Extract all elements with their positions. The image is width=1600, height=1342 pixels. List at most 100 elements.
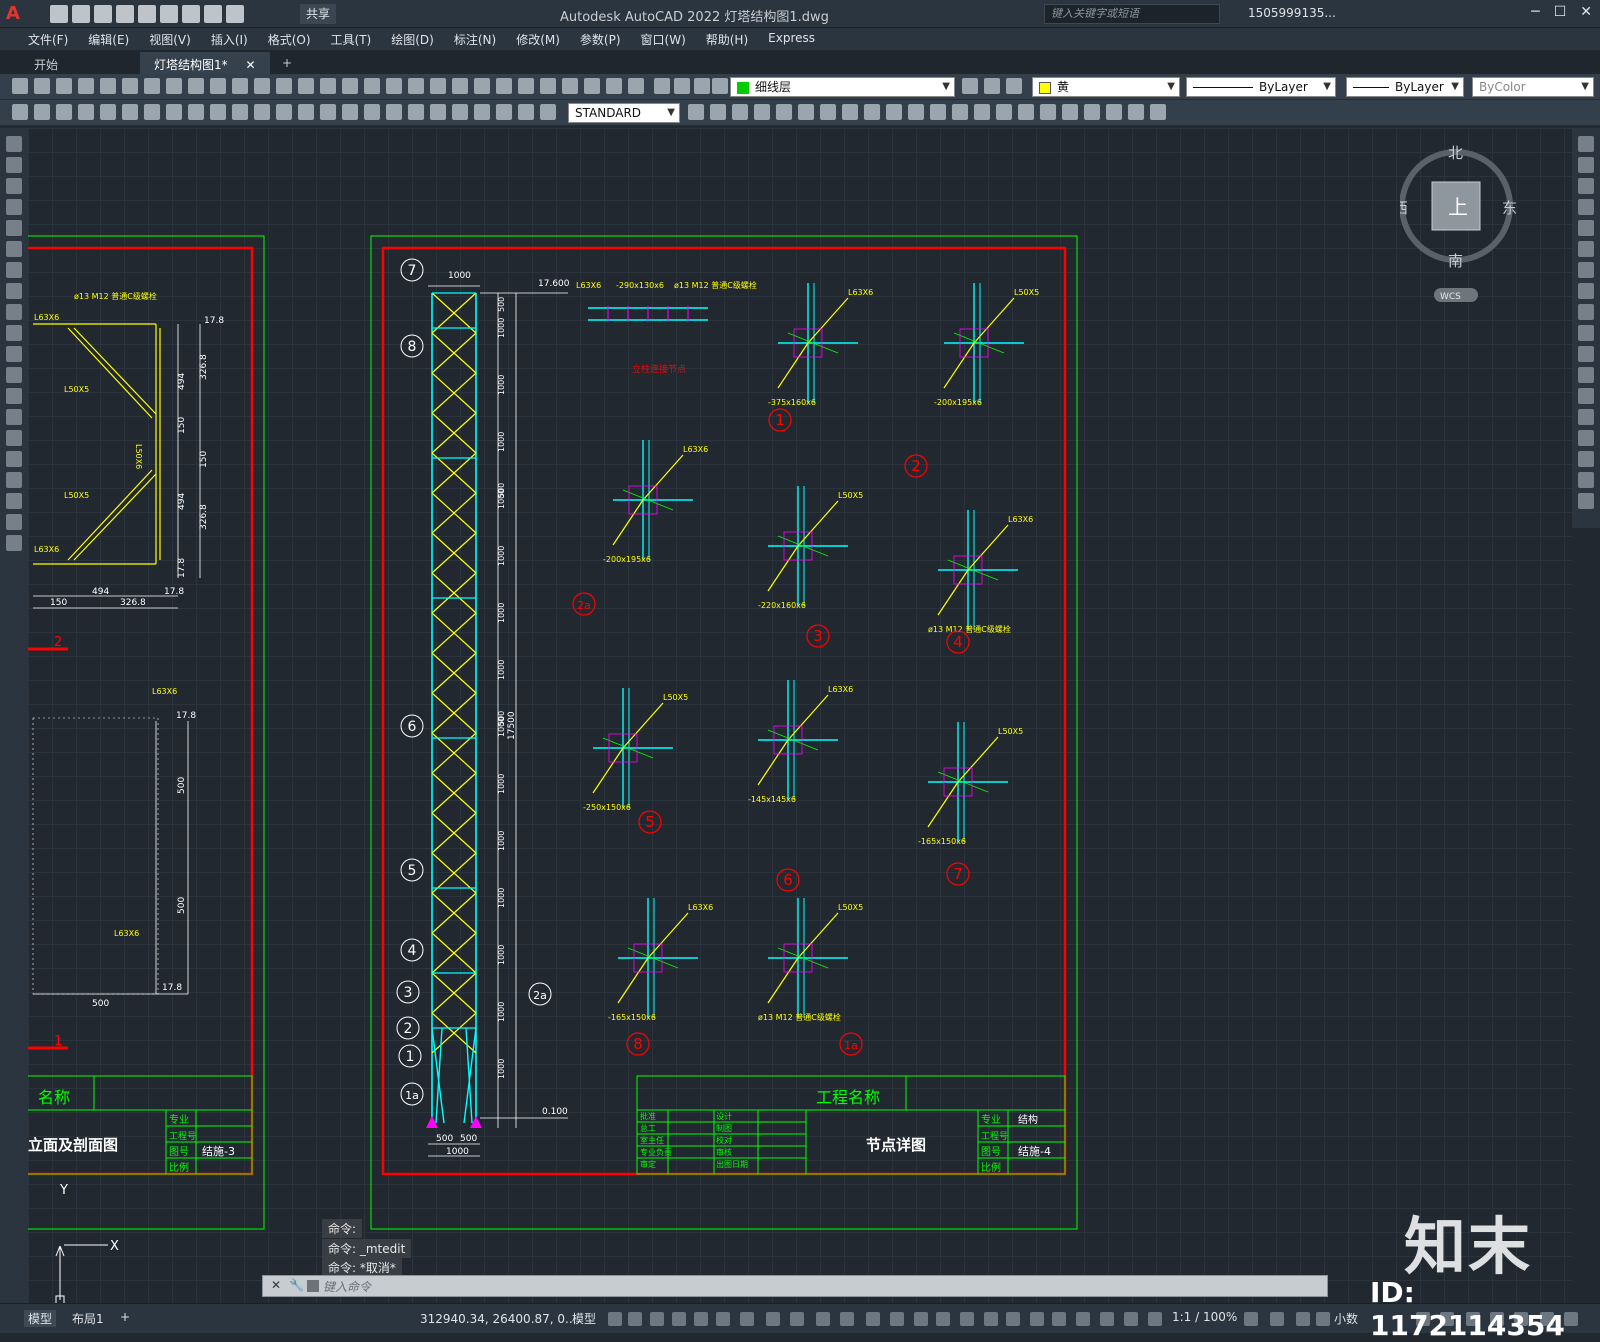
standard-tool-icon[interactable] (12, 78, 28, 94)
status-toggle-icon[interactable] (790, 1312, 804, 1326)
standard-tool-icon[interactable] (386, 78, 402, 94)
draw-tool-icon[interactable] (1062, 104, 1078, 120)
status-toggle-icon[interactable] (914, 1312, 928, 1326)
menu-item[interactable]: 文件(F) (18, 28, 78, 50)
command-prompt-icon[interactable] (307, 1280, 319, 1292)
open-file-icon[interactable] (72, 5, 90, 23)
draw-tool-icon[interactable] (540, 104, 556, 120)
status-toggle-icon[interactable] (866, 1312, 880, 1326)
draw-tool-icon[interactable] (232, 104, 248, 120)
draw-tool-icon[interactable] (1018, 104, 1034, 120)
user-account[interactable]: 1505999135... (1248, 6, 1336, 20)
standard-tool-icon[interactable] (452, 78, 468, 94)
standard-tool-icon[interactable] (518, 78, 534, 94)
model-tab[interactable]: 模型 (24, 1310, 57, 1327)
standard-tool-icon[interactable] (984, 78, 1000, 94)
standard-tool-icon[interactable] (1006, 78, 1022, 94)
menu-item[interactable]: Express (758, 28, 825, 50)
draw-tool-icon[interactable] (276, 104, 292, 120)
draw-tool-icon[interactable] (210, 104, 226, 120)
standard-tool-icon[interactable] (962, 78, 978, 94)
status-toggle-icon[interactable] (984, 1312, 998, 1326)
minimize-icon[interactable]: ─ (1531, 4, 1539, 20)
menu-item[interactable]: 格式(O) (258, 28, 321, 50)
standard-tool-icon[interactable] (712, 78, 728, 94)
tab-drawing[interactable]: 灯塔结构图1* ✕ (140, 52, 270, 74)
draw-tool-icon[interactable] (864, 104, 880, 120)
customize-icon[interactable]: 🔧 (289, 1278, 304, 1292)
draw-tool-icon[interactable] (6, 199, 22, 215)
color-dropdown[interactable]: 黄 ▼ (1032, 77, 1180, 97)
draw-tool-icon[interactable] (408, 104, 424, 120)
draw-tool-icon[interactable] (56, 104, 72, 120)
status-toggle-icon[interactable] (840, 1312, 854, 1326)
draw-tool-icon[interactable] (6, 472, 22, 488)
draw-tool-icon[interactable] (6, 325, 22, 341)
draw-tool-icon[interactable] (710, 104, 726, 120)
draw-tool-icon[interactable] (188, 104, 204, 120)
draw-tool-icon[interactable] (254, 104, 270, 120)
status-toggle-icon[interactable] (1052, 1312, 1066, 1326)
draw-tool-icon[interactable] (6, 451, 22, 467)
standard-tool-icon[interactable] (34, 78, 50, 94)
standard-tool-icon[interactable] (210, 78, 226, 94)
standard-tool-icon[interactable] (254, 78, 270, 94)
standard-tool-icon[interactable] (232, 78, 248, 94)
status-toggle-icon[interactable] (1270, 1312, 1284, 1326)
draw-tool-icon[interactable] (996, 104, 1012, 120)
draw-tool-icon[interactable] (518, 104, 534, 120)
draw-tool-icon[interactable] (6, 514, 22, 530)
status-toggle-icon[interactable] (1316, 1312, 1330, 1326)
draw-tool-icon[interactable] (386, 104, 402, 120)
menu-item[interactable]: 参数(P) (570, 28, 631, 50)
tab-start[interactable]: 开始 (20, 52, 72, 74)
status-toggle-icon[interactable] (1244, 1312, 1258, 1326)
modify-tool-icon[interactable] (1578, 409, 1594, 425)
autocad-logo-icon[interactable]: A (6, 4, 28, 24)
draw-tool-icon[interactable] (430, 104, 446, 120)
modify-tool-icon[interactable] (1578, 346, 1594, 362)
status-toggle-icon[interactable] (766, 1312, 780, 1326)
status-toggle-icon[interactable] (650, 1312, 664, 1326)
standard-tool-icon[interactable] (628, 78, 644, 94)
draw-tool-icon[interactable] (6, 157, 22, 173)
status-toggle-icon[interactable] (890, 1312, 904, 1326)
standard-tool-icon[interactable] (674, 78, 690, 94)
linetype-dropdown[interactable]: ByLayer ▼ (1186, 77, 1336, 97)
viewcube[interactable]: 上 北 南 东 西 WCS (1393, 140, 1520, 302)
modify-tool-icon[interactable] (1578, 283, 1594, 299)
standard-tool-icon[interactable] (694, 78, 710, 94)
standard-tool-icon[interactable] (654, 78, 670, 94)
modify-tool-icon[interactable] (1578, 304, 1594, 320)
draw-tool-icon[interactable] (474, 104, 490, 120)
draw-tool-icon[interactable] (930, 104, 946, 120)
status-toggle-icon[interactable] (1006, 1312, 1020, 1326)
standard-tool-icon[interactable] (562, 78, 578, 94)
menu-item[interactable]: 窗口(W) (631, 28, 696, 50)
status-toggle-icon[interactable] (608, 1312, 622, 1326)
layer-dropdown[interactable]: 细线层 ▼ (730, 77, 955, 97)
draw-tool-icon[interactable] (6, 493, 22, 509)
modify-tool-icon[interactable] (1578, 220, 1594, 236)
standard-tool-icon[interactable] (496, 78, 512, 94)
model-space-toggle[interactable]: 模型 (572, 1310, 596, 1327)
draw-tool-icon[interactable] (1128, 104, 1144, 120)
status-toggle-icon[interactable] (1148, 1312, 1162, 1326)
draw-tool-icon[interactable] (6, 241, 22, 257)
menu-item[interactable]: 帮助(H) (696, 28, 758, 50)
draw-tool-icon[interactable] (842, 104, 858, 120)
share-button[interactable]: 共享 (300, 4, 337, 24)
draw-tool-icon[interactable] (6, 283, 22, 299)
draw-tool-icon[interactable] (166, 104, 182, 120)
status-toggle-icon[interactable] (740, 1312, 754, 1326)
standard-tool-icon[interactable] (474, 78, 490, 94)
modify-tool-icon[interactable] (1578, 262, 1594, 278)
standard-tool-icon[interactable] (276, 78, 292, 94)
draw-tool-icon[interactable] (952, 104, 968, 120)
save-as-icon[interactable] (116, 5, 134, 23)
standard-tool-icon[interactable] (166, 78, 182, 94)
standard-tool-icon[interactable] (342, 78, 358, 94)
standard-tool-icon[interactable] (122, 78, 138, 94)
draw-tool-icon[interactable] (6, 220, 22, 236)
viewcube-south[interactable]: 南 (1448, 252, 1463, 270)
